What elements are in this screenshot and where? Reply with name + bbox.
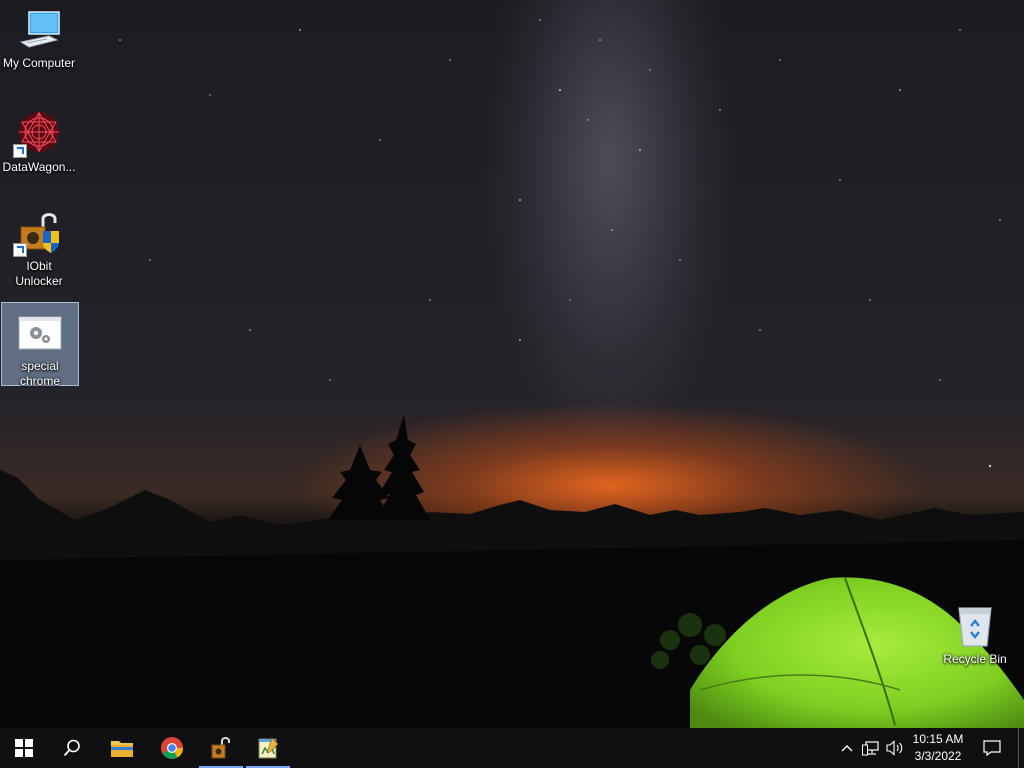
taskbar-notepad-app[interactable] <box>244 728 292 768</box>
desktop-icon-label: IObit Unlocker <box>15 259 63 288</box>
desktop-icon-label: special chrome <box>19 359 60 388</box>
clock-time: 10:15 AM <box>912 732 964 746</box>
desktop-icon-iobit-unlocker[interactable]: IObit Unlocker <box>1 203 77 289</box>
desktop-icon-my-computer[interactable]: My Computer <box>1 4 77 76</box>
shortcut-arrow-icon <box>13 144 27 158</box>
computer-icon <box>15 6 63 54</box>
recycle-bin-icon <box>951 602 999 650</box>
taskbar-chrome[interactable] <box>148 728 196 768</box>
action-center-button[interactable] <box>980 728 1004 768</box>
folder-icon <box>111 741 133 757</box>
taskbar-clock[interactable]: 10:15 AM 3/3/2022 <box>900 731 976 765</box>
desktop-icon-label: DataWagon... <box>2 160 76 174</box>
taskbar-file-explorer[interactable] <box>98 728 146 768</box>
search-button[interactable] <box>48 728 96 768</box>
iobit-unlocker-icon <box>13 209 63 257</box>
settings-window-icon <box>16 309 64 357</box>
taskbar-iobit-unlocker[interactable] <box>197 728 245 768</box>
chrome-icon <box>161 737 183 759</box>
taskbar: 10:15 AM 3/3/2022 <box>0 728 1024 768</box>
glowing-tent <box>651 577 1024 728</box>
chevron-up-icon <box>841 745 853 752</box>
desktop-icon-label: Recycle Bin <box>943 652 1007 666</box>
start-button[interactable] <box>0 728 48 768</box>
notepad-icon <box>258 737 279 759</box>
unlocker-icon <box>211 737 230 759</box>
datawagon-icon <box>13 110 63 158</box>
clock-date: 3/3/2022 <box>914 749 962 763</box>
tray-overflow-button[interactable] <box>838 728 856 768</box>
desktop-icon-datawagon[interactable]: DataWagon... <box>1 104 77 176</box>
desktop-wallpaper <box>0 0 1024 728</box>
tray-network-button[interactable] <box>860 728 882 768</box>
notification-icon <box>983 740 1001 756</box>
network-icon <box>862 741 879 756</box>
desktop-icon-label: My Computer <box>2 56 76 70</box>
shortcut-arrow-icon <box>13 243 27 257</box>
desktop-icon-special-chrome[interactable]: special chrome <box>1 302 79 388</box>
desktop-icon-recycle-bin[interactable]: Recycle Bin <box>937 596 1013 668</box>
show-desktop-button[interactable] <box>1018 728 1024 768</box>
search-icon <box>63 739 80 757</box>
windows-logo-icon <box>15 739 33 757</box>
